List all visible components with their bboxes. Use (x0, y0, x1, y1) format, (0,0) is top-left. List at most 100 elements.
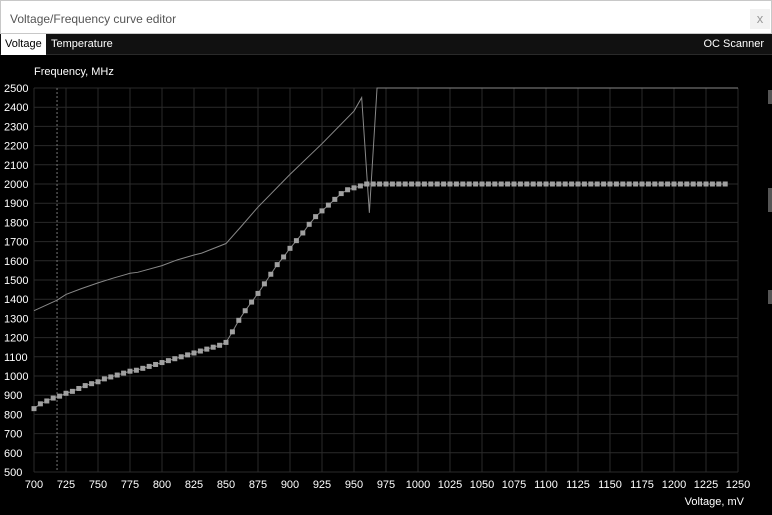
vf-curve-point[interactable] (255, 290, 261, 296)
vf-curve-point[interactable] (556, 181, 562, 187)
vf-curve-point[interactable] (511, 181, 517, 187)
vf-curve-point[interactable] (658, 181, 664, 187)
vf-curve-point[interactable] (434, 181, 440, 187)
vf-curve-point[interactable] (210, 344, 216, 350)
vf-curve-point[interactable] (505, 181, 511, 187)
vf-curve-point[interactable] (530, 181, 536, 187)
vf-curve-point[interactable] (396, 181, 402, 187)
vf-curve-point[interactable] (69, 388, 75, 394)
vf-curve-point[interactable] (473, 181, 479, 187)
vf-curve-point[interactable] (63, 390, 69, 396)
vf-curve-point[interactable] (357, 183, 363, 189)
vf-curve-point[interactable] (325, 202, 331, 208)
vf-curve-point[interactable] (332, 196, 338, 202)
vf-curve-point[interactable] (89, 381, 95, 387)
vf-curve-point[interactable] (351, 185, 357, 191)
vf-curve-point[interactable] (441, 181, 447, 187)
vf-curve-point[interactable] (76, 385, 82, 391)
vf-curve-point[interactable] (338, 191, 344, 197)
vf-curve-point[interactable] (613, 181, 619, 187)
vf-curve-point[interactable] (108, 374, 114, 380)
vf-curve-point[interactable] (37, 401, 43, 407)
vf-curve-point[interactable] (306, 221, 312, 227)
vf-curve-point[interactable] (223, 339, 229, 345)
vf-curve-point[interactable] (620, 181, 626, 187)
vf-curve-point[interactable] (543, 181, 549, 187)
vf-curve-point[interactable] (140, 365, 146, 371)
vf-curve-point[interactable] (249, 299, 255, 305)
vf-curve-point[interactable] (607, 181, 613, 187)
vf-curve-point[interactable] (345, 187, 351, 193)
vf-curve-point[interactable] (716, 181, 722, 187)
vf-curve-point[interactable] (639, 181, 645, 187)
vf-curve-point[interactable] (684, 181, 690, 187)
vf-curve-point[interactable] (633, 181, 639, 187)
vf-curve-point[interactable] (581, 181, 587, 187)
vf-curve-point[interactable] (261, 281, 267, 287)
tab-voltage[interactable]: Voltage (1, 34, 46, 55)
vf-curve-point[interactable] (652, 181, 658, 187)
vf-curve-point[interactable] (549, 181, 555, 187)
vf-curve-point[interactable] (172, 356, 178, 362)
vf-curve-point[interactable] (370, 181, 376, 187)
vf-curve-point[interactable] (31, 406, 37, 412)
vf-curve-point[interactable] (485, 181, 491, 187)
vf-curve-point[interactable] (229, 329, 235, 335)
vf-curve-point[interactable] (524, 181, 530, 187)
vf-curve-point[interactable] (114, 372, 120, 378)
vf-curve-point[interactable] (421, 181, 427, 187)
vf-curve-point[interactable] (165, 358, 171, 364)
vf-curve-point[interactable] (601, 181, 607, 187)
close-icon[interactable]: x (750, 9, 770, 29)
vf-curve-point[interactable] (364, 181, 370, 187)
vf-curve-point[interactable] (665, 181, 671, 187)
vf-curve-point[interactable] (409, 181, 415, 187)
vf-curve-point[interactable] (492, 181, 498, 187)
vf-curve-point[interactable] (274, 262, 280, 268)
vf-curve-point[interactable] (677, 181, 683, 187)
vf-curve-point[interactable] (57, 393, 63, 399)
vf-curve-point[interactable] (44, 398, 50, 404)
vf-curve-point[interactable] (159, 360, 165, 366)
vf-curve-point[interactable] (709, 181, 715, 187)
vf-curve-point[interactable] (383, 181, 389, 187)
vf-curve-point[interactable] (626, 181, 632, 187)
vf-curve-point[interactable] (185, 352, 191, 358)
vf-curve-point[interactable] (594, 181, 600, 187)
vf-curve-point[interactable] (101, 376, 107, 382)
vf-curve-point[interactable] (236, 317, 242, 323)
vf-curve-point[interactable] (645, 181, 651, 187)
oc-scanner-button[interactable]: OC Scanner (699, 34, 768, 55)
vf-curve-point[interactable] (146, 363, 152, 369)
vf-curve-point[interactable] (690, 181, 696, 187)
vf-curve-chart[interactable]: 500 600 700 800 900 1000 1100 1200 1300 1400 1500 1… (0, 56, 772, 515)
vf-curve-point[interactable] (428, 181, 434, 187)
vf-curve-point[interactable] (178, 354, 184, 360)
vf-curve-point[interactable] (415, 181, 421, 187)
vf-curve-point[interactable] (517, 181, 523, 187)
vf-curve-point[interactable] (217, 342, 223, 348)
vf-curve-point[interactable] (389, 181, 395, 187)
vf-curve-point[interactable] (82, 383, 88, 389)
vf-curve-point[interactable] (569, 181, 575, 187)
vf-curve-point[interactable] (453, 181, 459, 187)
vf-curve-point[interactable] (127, 368, 133, 374)
vf-curve-point[interactable] (319, 208, 325, 214)
vf-curve-point[interactable] (479, 181, 485, 187)
vf-curve-point[interactable] (268, 271, 274, 277)
vf-curve-point[interactable] (50, 395, 56, 401)
vf-curve-point[interactable] (95, 379, 101, 385)
vf-curve-point[interactable] (562, 181, 568, 187)
vf-curve-point[interactable] (133, 367, 139, 373)
vf-curve-point[interactable] (197, 348, 203, 354)
vf-curve-point[interactable] (575, 181, 581, 187)
vf-curve-point[interactable] (153, 361, 159, 367)
vf-curve-point[interactable] (466, 181, 472, 187)
vf-curve-point[interactable] (447, 181, 453, 187)
vf-curve-point[interactable] (121, 370, 127, 376)
vf-curve-point[interactable] (498, 181, 504, 187)
vf-curve-point[interactable] (460, 181, 466, 187)
vf-curve-point[interactable] (588, 181, 594, 187)
vf-curve-point[interactable] (697, 181, 703, 187)
vf-curve-point[interactable] (377, 181, 383, 187)
